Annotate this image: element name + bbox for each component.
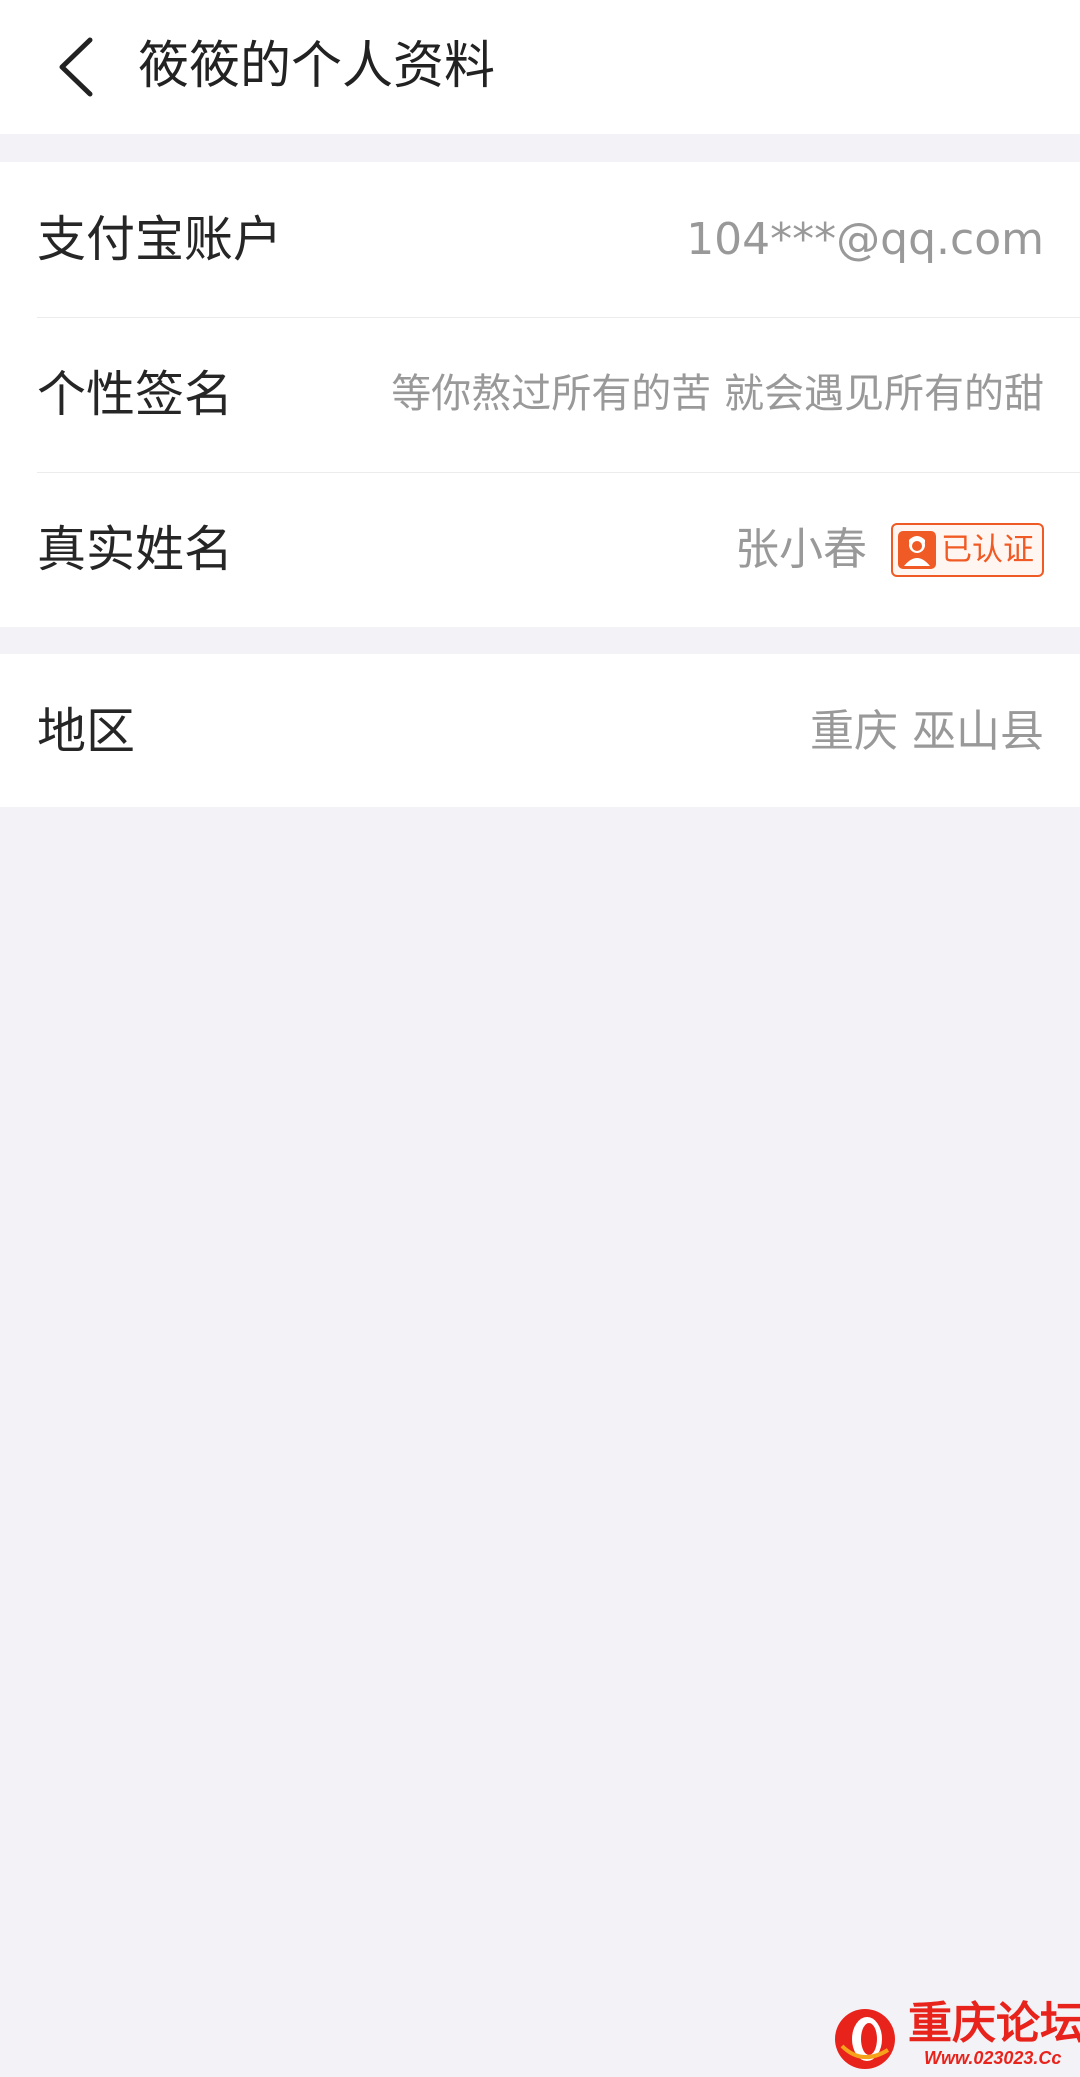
top-navigation-bar: 筱筱的个人资料: [0, 0, 1080, 134]
region-label: 地区: [37, 703, 136, 760]
alipay-account-row[interactable]: 支付宝账户 104***@qq.com: [0, 162, 1080, 317]
verified-badge-text: 已认证: [941, 531, 1034, 568]
real-name-text: 张小春: [735, 524, 867, 575]
region-value: 重庆 巫山县: [810, 654, 1044, 809]
signature-row[interactable]: 个性签名 等你熬过所有的苦 就会遇见所有的甜: [0, 317, 1080, 472]
forum-url: Www.023023.Cc: [924, 2048, 1062, 2068]
real-name-row[interactable]: 真实姓名 张小春 已认证: [0, 472, 1080, 627]
page-title: 筱筱的个人资料: [138, 37, 496, 96]
chevron-left-icon: [59, 37, 93, 97]
real-name-value: 张小春 已认证: [735, 472, 1044, 627]
profile-info-card: 支付宝账户 104***@qq.com 个性签名 等你熬过所有的苦 就会遇见所有…: [0, 162, 1080, 627]
signature-text: 等你熬过所有的苦 就会遇见所有的甜: [391, 371, 1044, 417]
alipay-account-value: 104***@qq.com: [686, 162, 1044, 317]
alipay-account-text: 104***@qq.com: [686, 214, 1044, 265]
alipay-account-label: 支付宝账户: [37, 211, 283, 268]
verified-badge: 已认证: [891, 522, 1044, 577]
region-card: 地区 重庆 巫山县: [0, 654, 1080, 807]
forum-name: 重庆论坛: [908, 1998, 1080, 2049]
region-text: 重庆 巫山县: [810, 706, 1044, 757]
forum-logo-icon: [835, 2009, 895, 2069]
user-badge-icon: [898, 530, 936, 569]
real-name-label: 真实姓名: [37, 521, 234, 578]
region-row[interactable]: 地区 重庆 巫山县: [0, 654, 1080, 809]
signature-value: 等你熬过所有的苦 就会遇见所有的甜: [391, 317, 1044, 472]
forum-watermark: 重庆论坛 Www.023023.Cc: [832, 1998, 1080, 2074]
back-button[interactable]: [36, 24, 116, 110]
signature-label: 个性签名: [37, 366, 234, 423]
